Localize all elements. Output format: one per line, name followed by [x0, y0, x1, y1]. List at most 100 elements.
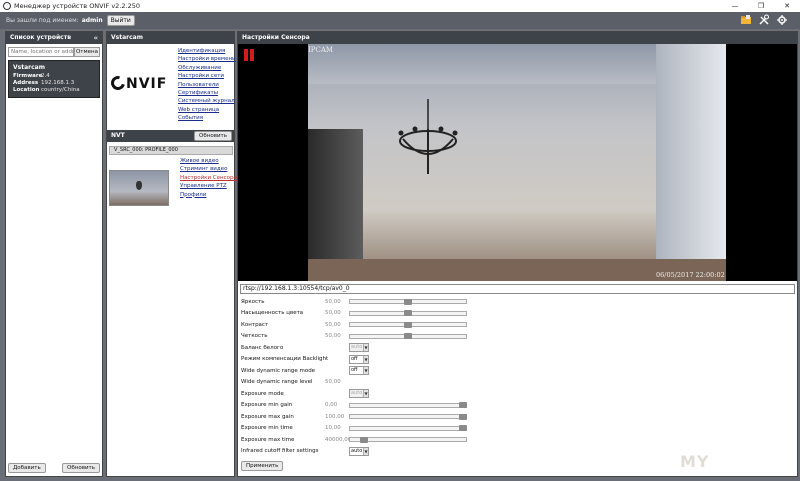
exposure-min-time-label: Exposure min time [241, 425, 293, 432]
profiles-link[interactable]: Профили [180, 191, 237, 199]
exposure-max-time-slider[interactable] [349, 436, 467, 443]
slider-knob[interactable] [404, 298, 412, 305]
saturation-value: 50,00 [325, 310, 341, 317]
backlight-value: off [351, 355, 358, 362]
window-title: Менеджер устройств ONVIF v2.2.250 [14, 2, 140, 10]
exposure-min-time-slider[interactable] [349, 425, 467, 432]
wdr-level-value: 50,00 [325, 379, 341, 386]
profile-menu: Живое видео Стриминг видео Настройки Сен… [180, 157, 237, 199]
saturation-slider[interactable] [349, 310, 467, 317]
search-clear-button[interactable]: Отмена [74, 47, 100, 57]
wdr-mode-value: off [351, 367, 358, 374]
white-balance-select[interactable]: auto ▼ [349, 343, 369, 353]
sensor-settings-panel: Настройки Сенсора IPCAM 06/05/2017 22:00… [237, 31, 798, 477]
contrast-label: Контраст [241, 321, 269, 328]
chevron-down-icon: ▼ [363, 367, 368, 375]
exposure-mode-select[interactable]: auto ▼ [349, 389, 369, 399]
video-streaming-link[interactable]: Стриминг видео [180, 165, 237, 173]
ptz-control-link[interactable]: Управление PTZ [180, 182, 237, 190]
sensor-settings-form: Яркость 50,00 Насыщенность цвета 50,00 К… [241, 296, 721, 457]
menu-maintenance-link[interactable]: Обслуживание [178, 64, 236, 72]
slider-knob[interactable] [458, 413, 467, 420]
contrast-slider[interactable] [349, 321, 467, 328]
live-video-link[interactable]: Живое видео [180, 157, 237, 165]
slider-knob[interactable] [458, 402, 467, 409]
exposure-max-time-row: Exposure max time 40000,00 [241, 434, 721, 446]
collapse-icon[interactable]: « [93, 32, 98, 44]
pause-icon[interactable] [244, 49, 255, 61]
device-menu: Идентификация Настройки времени Обслужив… [178, 47, 236, 123]
wdr-level-row: Wide dynamic range level 50,00 [241, 377, 721, 389]
exposure-min-gain-value: 0,00 [325, 402, 338, 409]
slider-knob[interactable] [404, 310, 412, 317]
slider-knob[interactable] [359, 436, 368, 443]
onvif-logo-ring-icon [108, 73, 128, 93]
wdr-mode-row: Wide dynamic range mode off ▼ [241, 365, 721, 377]
stream-url-field[interactable]: rtsp://192.168.1.3:10554/tcp/av0_0 [240, 284, 795, 294]
menu-users-link[interactable]: Пользователи [178, 81, 236, 89]
device-search-input[interactable] [8, 47, 74, 57]
menu-time-settings-link[interactable]: Настройки времени [178, 55, 236, 63]
exposure-max-gain-row: Exposure max gain 100,00 [241, 411, 721, 423]
menu-events-link[interactable]: События [178, 114, 236, 122]
device-panel-header: Vstarcam [107, 32, 234, 44]
device-name: Vstarcam [13, 64, 45, 71]
menu-network-link[interactable]: Настройки сети [178, 72, 236, 80]
wdr-mode-select[interactable]: off ▼ [349, 366, 369, 376]
profile-selector[interactable]: V_SRC_000: PROFILE_000 [109, 146, 233, 155]
menu-web-page-link[interactable]: Web страница [178, 106, 236, 114]
restore-button[interactable]: ❐ [748, 0, 774, 12]
exposure-max-gain-slider[interactable] [349, 413, 467, 420]
contrast-value: 50,00 [325, 321, 341, 328]
location-value: country/China [41, 87, 80, 93]
sharpness-value: 50,00 [325, 333, 341, 340]
ir-filter-value: auto [351, 447, 363, 454]
video-preview[interactable]: IPCAM 06/05/2017 22:00:02 [238, 44, 797, 281]
exposure-mode-row: Exposure mode auto ▼ [241, 388, 721, 400]
nvt-refresh-button[interactable]: Обновить [194, 131, 232, 141]
wdr-mode-label: Wide dynamic range mode [241, 367, 316, 374]
top-bar: Вы зашли под именем: admin Выйти [0, 12, 800, 29]
sensor-settings-link[interactable]: Настройки Сенсора [180, 174, 237, 182]
white-balance-label: Баланс белого [241, 344, 284, 351]
brightness-slider[interactable] [349, 298, 467, 305]
firmware-label: Firmware [13, 73, 43, 79]
exposure-min-gain-label: Exposure min gain [241, 402, 293, 409]
menu-system-log-link[interactable]: Системный журнал [178, 97, 236, 105]
sharpness-slider[interactable] [349, 333, 467, 340]
saturation-row: Насыщенность цвета 50,00 [241, 308, 721, 320]
contrast-row: Контраст 50,00 [241, 319, 721, 331]
backlight-row: Режим компенсации Backlight off ▼ [241, 354, 721, 366]
slider-knob[interactable] [404, 333, 412, 340]
wdr-level-label: Wide dynamic range level [241, 379, 313, 386]
address-label: Address [13, 80, 39, 86]
menu-certificates-link[interactable]: Сертификаты [178, 89, 236, 97]
menu-identification-link[interactable]: Идентификация [178, 47, 236, 55]
ir-filter-select[interactable]: auto ▼ [349, 446, 369, 456]
tools-icon[interactable] [758, 14, 770, 26]
exposure-min-gain-slider[interactable] [349, 402, 467, 409]
device-list-header: Список устройств « [6, 32, 102, 44]
exposure-min-gain-row: Exposure min gain 0,00 [241, 400, 721, 412]
ir-filter-label: Infrared cutoff filter settings [241, 448, 319, 455]
chevron-down-icon: ▼ [363, 344, 368, 352]
watermark-text: MY [680, 452, 710, 471]
refresh-devices-button[interactable]: Обновить [62, 463, 100, 473]
logout-button[interactable]: Выйти [106, 15, 135, 26]
brightness-value: 50,00 [325, 298, 341, 305]
video-thumbnail[interactable] [109, 170, 169, 206]
slider-knob[interactable] [458, 425, 467, 432]
exposure-mode-label: Exposure mode [241, 390, 284, 397]
backlight-select[interactable]: off ▼ [349, 354, 369, 364]
apply-button[interactable]: Применить [241, 461, 284, 471]
device-card[interactable]: Vstarcam Firmware 2.4 Address 192.168.1.3 … [8, 60, 100, 98]
folder-icon[interactable] [740, 14, 752, 26]
nvt-header: NVT Обновить [107, 130, 234, 142]
device-list-title: Список устройств [10, 34, 71, 41]
minimize-button[interactable]: — [722, 0, 748, 12]
close-button[interactable]: ✕ [774, 0, 800, 12]
onvif-logo: NVIF [108, 73, 167, 93]
add-device-button[interactable]: Добавить [8, 463, 46, 473]
slider-knob[interactable] [404, 321, 412, 328]
settings-gear-icon[interactable] [776, 14, 788, 26]
